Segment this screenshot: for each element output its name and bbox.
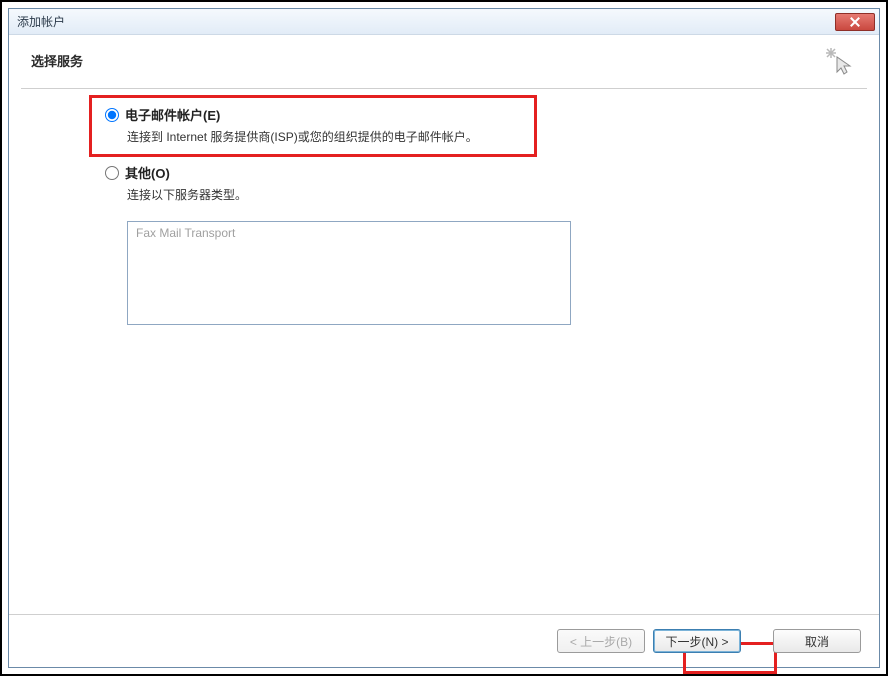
- radio-other[interactable]: 其他(O): [105, 163, 867, 182]
- close-button[interactable]: [835, 13, 875, 31]
- option-email-desc: 连接到 Internet 服务提供商(ISP)或您的组织提供的电子邮件帐户。: [127, 128, 867, 145]
- wizard-window: 添加帐户 选择服务: [8, 8, 880, 668]
- radio-other-label: 其他(O): [125, 163, 170, 182]
- close-icon: [850, 17, 860, 27]
- wizard-header: 选择服务: [9, 35, 879, 88]
- cancel-button[interactable]: 取消: [773, 629, 861, 653]
- option-other-desc: 连接以下服务器类型。: [127, 186, 867, 203]
- back-button: < 上一步(B): [557, 629, 645, 653]
- window-title: 添加帐户: [17, 13, 65, 30]
- spacer: [749, 629, 765, 653]
- cursor-sparkle-icon: [823, 45, 855, 77]
- wizard-body: 电子邮件帐户(E) 连接到 Internet 服务提供商(ISP)或您的组织提供…: [9, 89, 879, 614]
- radio-other-input[interactable]: [105, 166, 119, 180]
- back-button-label: < 上一步(B): [570, 633, 632, 650]
- next-button[interactable]: 下一步(N) >: [653, 629, 741, 653]
- wizard-footer: < 上一步(B) 下一步(N) > 取消: [9, 614, 879, 667]
- next-button-label: 下一步(N) >: [665, 633, 728, 650]
- radio-email[interactable]: 电子邮件帐户(E): [105, 105, 867, 124]
- page-title: 选择服务: [31, 51, 857, 70]
- screenshot-frame: 添加帐户 选择服务: [0, 0, 888, 676]
- radio-email-label: 电子邮件帐户(E): [125, 105, 220, 124]
- radio-email-input[interactable]: [105, 108, 119, 122]
- titlebar: 添加帐户: [9, 9, 879, 35]
- cancel-button-label: 取消: [805, 633, 829, 650]
- server-type-listbox: Fax Mail Transport: [127, 221, 571, 325]
- option-other: 其他(O) 连接以下服务器类型。: [105, 163, 867, 203]
- list-item: Fax Mail Transport: [136, 226, 562, 240]
- option-email: 电子邮件帐户(E) 连接到 Internet 服务提供商(ISP)或您的组织提供…: [105, 105, 867, 145]
